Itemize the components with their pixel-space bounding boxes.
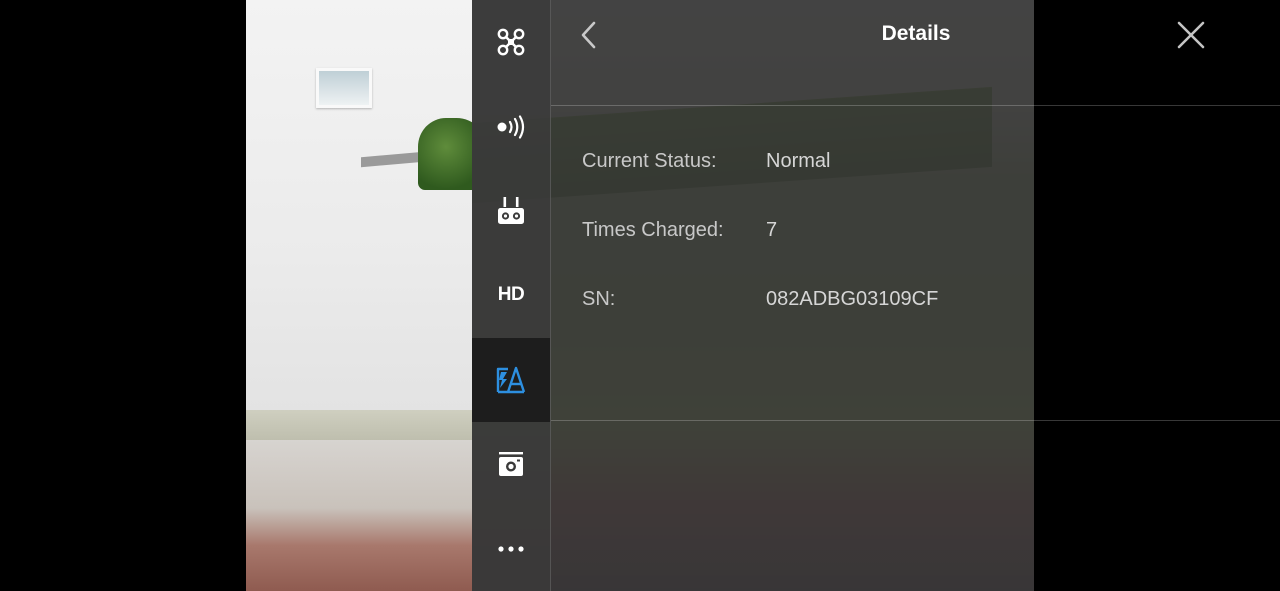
camera-icon	[499, 452, 523, 477]
header-divider	[551, 105, 1280, 106]
feed-building	[246, 0, 476, 430]
sidebar-item-sensors[interactable]	[472, 84, 550, 168]
detail-value: 7	[766, 219, 778, 241]
hd-icon: HD	[497, 284, 525, 306]
sidebar-item-battery[interactable]	[472, 337, 550, 422]
more-icon	[498, 545, 524, 552]
sidebar-item-hd[interactable]: HD	[472, 253, 550, 337]
detail-row-times-charged: Times Charged: 7	[582, 219, 777, 242]
close-button[interactable]	[1172, 16, 1210, 54]
feed-window	[316, 68, 372, 108]
details-panel: Current Status: Normal Times Charged: 7 …	[551, 0, 1280, 591]
detail-value: 082ADBG03109CF	[766, 288, 939, 310]
feed-ground	[246, 440, 476, 591]
detail-label: Current Status:	[582, 150, 717, 172]
section-divider	[551, 420, 1280, 421]
remote-controller-icon	[498, 196, 524, 224]
sidebar-item-camera[interactable]	[472, 422, 550, 506]
detail-label: Times Charged:	[582, 219, 724, 241]
page-title: Details	[881, 22, 951, 45]
sidebar-item-aircraft[interactable]	[472, 0, 550, 84]
detail-value: Normal	[766, 150, 831, 172]
detail-label: SN:	[582, 288, 616, 310]
panel-header	[551, 0, 1034, 105]
detail-row-current-status: Current Status: Normal	[582, 150, 830, 173]
aircraft-icon	[497, 28, 525, 56]
detail-row-sn: SN: 082ADBG03109CF	[582, 288, 938, 311]
signal-icon	[497, 114, 525, 139]
settings-sidebar: HD	[472, 0, 551, 591]
battery-icon	[496, 366, 526, 393]
sidebar-item-remote-controller[interactable]	[472, 169, 550, 253]
close-icon	[1177, 21, 1205, 49]
sidebar-item-more[interactable]	[472, 506, 550, 590]
